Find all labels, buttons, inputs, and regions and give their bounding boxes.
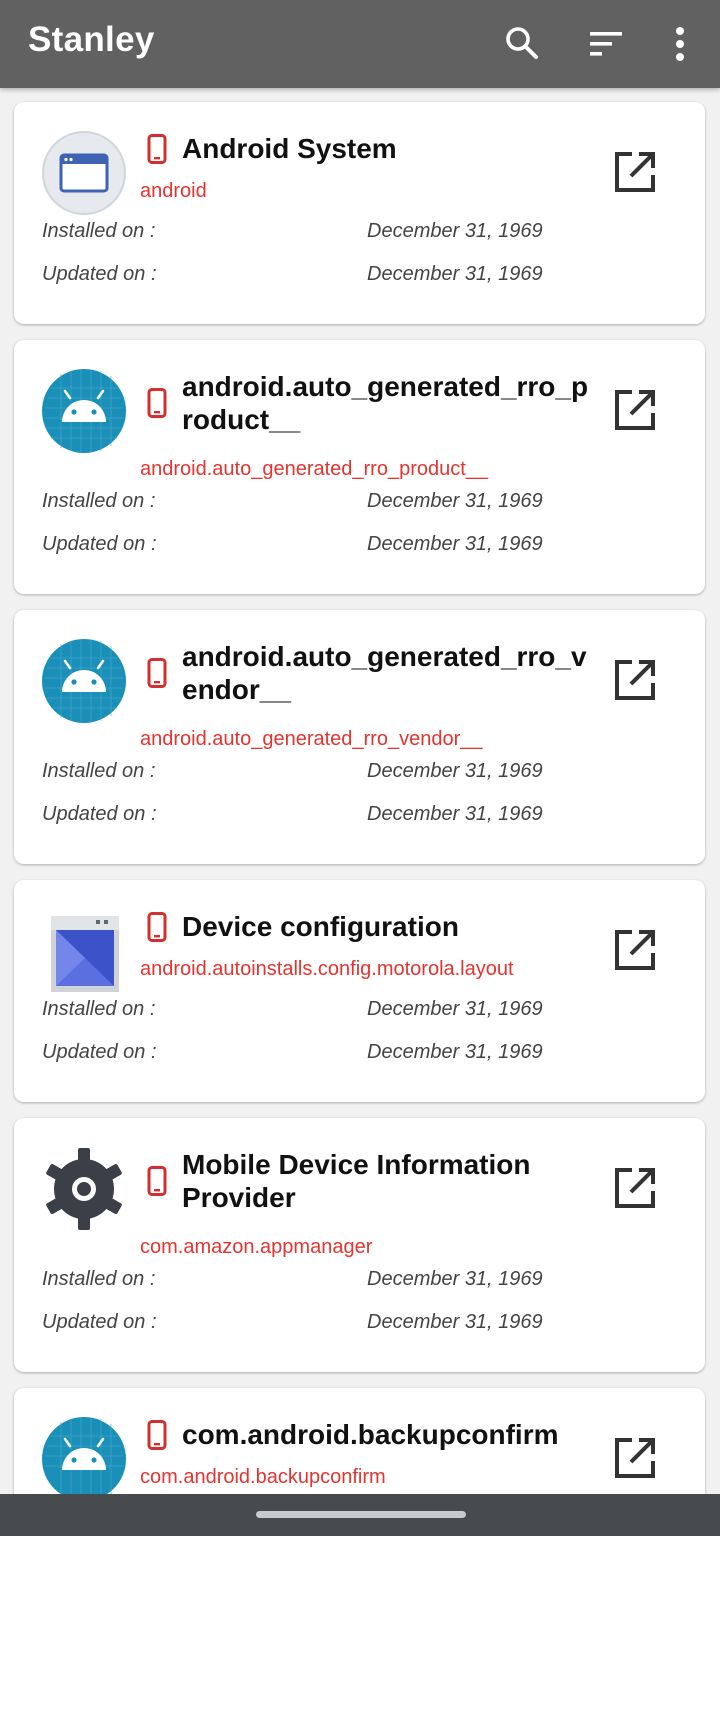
updated-on-value: December 31, 1969 xyxy=(367,803,543,825)
installed-on-label: Installed on : xyxy=(42,1268,156,1290)
app-icon xyxy=(41,130,127,216)
open-in-new-icon xyxy=(615,660,655,700)
package-name: com.android.backupconfirm xyxy=(140,1466,386,1488)
package-name: android.auto_generated_rro_vendor__ xyxy=(140,728,483,750)
app-card-android-system[interactable]: Android System android Installed on : De… xyxy=(14,102,705,324)
phone-icon xyxy=(147,658,167,688)
window-app-icon xyxy=(42,131,126,215)
app-name: Mobile Device Information Provider xyxy=(182,1149,531,1213)
search-button[interactable] xyxy=(496,18,548,70)
app-icon xyxy=(41,908,127,994)
app-icon xyxy=(41,1416,127,1502)
installed-on-value: December 31, 1969 xyxy=(367,998,543,1020)
updated-on-label: Updated on : xyxy=(42,1311,157,1333)
system-app-phone-icon xyxy=(144,1166,170,1196)
open-in-new-icon xyxy=(615,152,655,192)
app-name: Android System xyxy=(182,133,397,164)
system-app-phone-icon xyxy=(144,912,170,942)
package-name: com.amazon.appmanager xyxy=(140,1236,373,1258)
app-card-rro-product[interactable]: android.auto_generated_rro_product__ and… xyxy=(14,340,705,594)
open-in-new-icon xyxy=(615,930,655,970)
installed-on-value: December 31, 1969 xyxy=(367,220,543,242)
open-in-new-icon xyxy=(615,1438,655,1478)
app-screen: Stanley Android System android Installed… xyxy=(0,0,720,1536)
app-icon xyxy=(41,368,127,454)
system-app-phone-icon xyxy=(144,1420,170,1450)
app-card-device-configuration[interactable]: Device configuration android.autoinstall… xyxy=(14,880,705,1102)
app-bar: Stanley xyxy=(0,0,720,88)
app-name: android.auto_generated_rro_vendor__ xyxy=(182,641,587,705)
updated-on-value: December 31, 1969 xyxy=(367,1311,543,1333)
app-card-rro-vendor[interactable]: android.auto_generated_rro_vendor__ andr… xyxy=(14,610,705,864)
phone-icon xyxy=(147,1166,167,1196)
package-name: android xyxy=(140,180,207,202)
sort-button[interactable] xyxy=(580,18,632,70)
gear-icon xyxy=(46,1148,122,1230)
gesture-home-handle[interactable] xyxy=(256,1511,466,1518)
installed-on-label: Installed on : xyxy=(42,490,156,512)
open-app-button[interactable] xyxy=(609,1162,661,1214)
app-name: android.auto_generated_rro_product__ xyxy=(182,371,589,435)
app-card-mobile-device-info[interactable]: Mobile Device Information Provider com.a… xyxy=(14,1118,705,1372)
installed-on-label: Installed on : xyxy=(42,220,156,242)
open-in-new-icon xyxy=(615,390,655,430)
phone-icon xyxy=(147,1420,167,1450)
app-name: com.android.backupconfirm xyxy=(182,1419,559,1450)
package-name: android.auto_generated_rro_product__ xyxy=(140,458,489,480)
app-name: Device configuration xyxy=(182,911,459,942)
system-app-phone-icon xyxy=(144,134,170,164)
app-icon xyxy=(41,1146,127,1232)
installed-on-value: December 31, 1969 xyxy=(367,760,543,782)
search-icon xyxy=(506,27,538,59)
android-robot-icon xyxy=(42,369,126,453)
phone-icon xyxy=(147,912,167,942)
phone-icon xyxy=(147,134,167,164)
open-app-button[interactable] xyxy=(609,1432,661,1484)
open-app-button[interactable] xyxy=(609,924,661,976)
installed-on-value: December 31, 1969 xyxy=(367,1268,543,1290)
updated-on-label: Updated on : xyxy=(42,533,157,555)
phone-icon xyxy=(147,388,167,418)
android-robot-icon xyxy=(42,639,126,723)
more-vert-icon xyxy=(676,27,684,61)
updated-on-label: Updated on : xyxy=(42,803,157,825)
updated-on-label: Updated on : xyxy=(42,263,157,285)
open-app-button[interactable] xyxy=(609,384,661,436)
open-app-button[interactable] xyxy=(609,146,661,198)
app-title: Stanley xyxy=(28,20,155,59)
updated-on-label: Updated on : xyxy=(42,1041,157,1063)
package-name: android.autoinstalls.config.motorola.lay… xyxy=(140,958,514,980)
android-robot-icon xyxy=(42,1417,126,1501)
installed-on-label: Installed on : xyxy=(42,760,156,782)
installed-on-label: Installed on : xyxy=(42,998,156,1020)
system-app-phone-icon xyxy=(144,658,170,688)
app-icon xyxy=(41,638,127,724)
system-navigation-bar xyxy=(0,1494,720,1536)
updated-on-value: December 31, 1969 xyxy=(367,533,543,555)
open-in-new-icon xyxy=(615,1168,655,1208)
installed-on-value: December 31, 1969 xyxy=(367,490,543,512)
updated-on-value: December 31, 1969 xyxy=(367,263,543,285)
updated-on-value: December 31, 1969 xyxy=(367,1041,543,1063)
overflow-menu-button[interactable] xyxy=(654,18,706,70)
device-config-icon xyxy=(51,916,119,992)
open-app-button[interactable] xyxy=(609,654,661,706)
sort-icon xyxy=(590,32,622,56)
system-app-phone-icon xyxy=(144,388,170,418)
